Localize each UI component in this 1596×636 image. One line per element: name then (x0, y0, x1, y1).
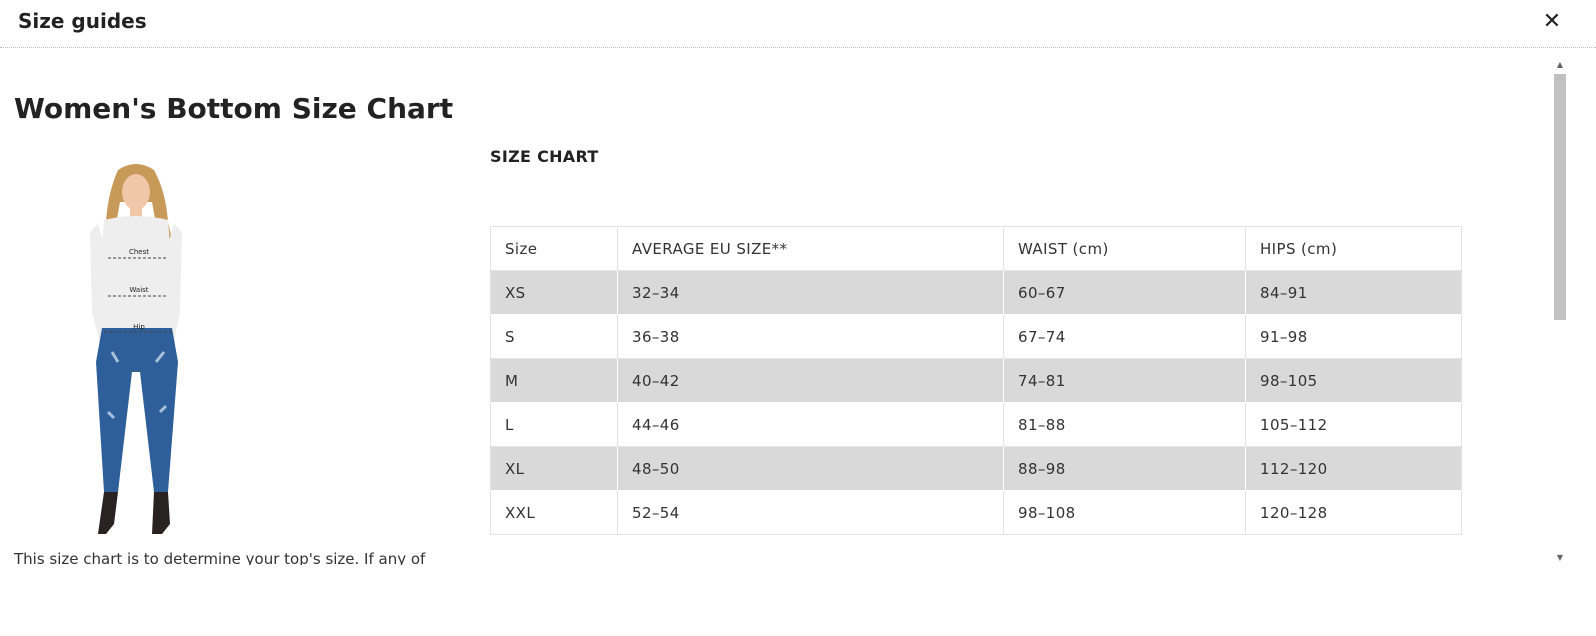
hip-label: Hip (133, 323, 145, 331)
chest-label: Chest (129, 248, 149, 256)
table-cell: 67–74 (1003, 314, 1246, 359)
column-header: WAIST (cm) (1003, 226, 1246, 271)
table-row: S 36–38 67–74 91–98 (490, 314, 1462, 359)
table-cell: 88–98 (1003, 446, 1246, 491)
table-cell: S (490, 314, 618, 359)
table-cell: 74–81 (1003, 358, 1246, 403)
modal-content: Women's Bottom Size Chart Chest Waist Hi… (0, 58, 1550, 565)
description-text: This size chart is to determine your top… (14, 550, 426, 565)
table-row: L 44–46 81–88 105–112 (490, 402, 1462, 447)
scroll-down-arrow-icon[interactable]: ▼ (1552, 551, 1568, 565)
column-header: AVERAGE EU SIZE** (617, 226, 1004, 271)
table-cell: XXL (490, 490, 618, 535)
modal-header: Size guides ✕ (0, 0, 1596, 48)
section-label: SIZE CHART (490, 147, 599, 166)
table-cell: 120–128 (1245, 490, 1462, 535)
modal-title: Size guides (18, 9, 147, 33)
close-icon[interactable]: ✕ (1540, 10, 1564, 34)
table-row: XL 48–50 88–98 112–120 (490, 446, 1462, 491)
table-cell: 84–91 (1245, 270, 1462, 315)
size-table: Size AVERAGE EU SIZE** WAIST (cm) HIPS (… (490, 226, 1462, 535)
waist-label: Waist (129, 286, 148, 294)
page-title: Women's Bottom Size Chart (14, 92, 454, 125)
table-cell: 36–38 (617, 314, 1004, 359)
table-cell: 81–88 (1003, 402, 1246, 447)
table-cell: XL (490, 446, 618, 491)
table-cell: 60–67 (1003, 270, 1246, 315)
scroll-up-arrow-icon[interactable]: ▲ (1552, 58, 1568, 72)
table-cell: 48–50 (617, 446, 1004, 491)
table-cell: 112–120 (1245, 446, 1462, 491)
table-cell: 44–46 (617, 402, 1004, 447)
table-cell: 98–108 (1003, 490, 1246, 535)
column-header: HIPS (cm) (1245, 226, 1462, 271)
table-cell: L (490, 402, 618, 447)
vertical-scrollbar[interactable]: ▲ ▼ (1552, 58, 1568, 565)
table-row: XXL 52–54 98–108 120–128 (490, 490, 1462, 535)
table-cell: 105–112 (1245, 402, 1462, 447)
column-header: Size (490, 226, 618, 271)
table-header-row: Size AVERAGE EU SIZE** WAIST (cm) HIPS (… (490, 226, 1462, 271)
scrollbar-thumb[interactable] (1554, 74, 1566, 320)
table-cell: 40–42 (617, 358, 1004, 403)
table-cell: 91–98 (1245, 314, 1462, 359)
table-row: M 40–42 74–81 98–105 (490, 358, 1462, 403)
table-cell: M (490, 358, 618, 403)
measurement-figure: Chest Waist Hip (90, 164, 182, 534)
table-row: XS 32–34 60–67 84–91 (490, 270, 1462, 315)
table-cell: 32–34 (617, 270, 1004, 315)
table-cell: 98–105 (1245, 358, 1462, 403)
table-cell: XS (490, 270, 618, 315)
table-cell: 52–54 (617, 490, 1004, 535)
